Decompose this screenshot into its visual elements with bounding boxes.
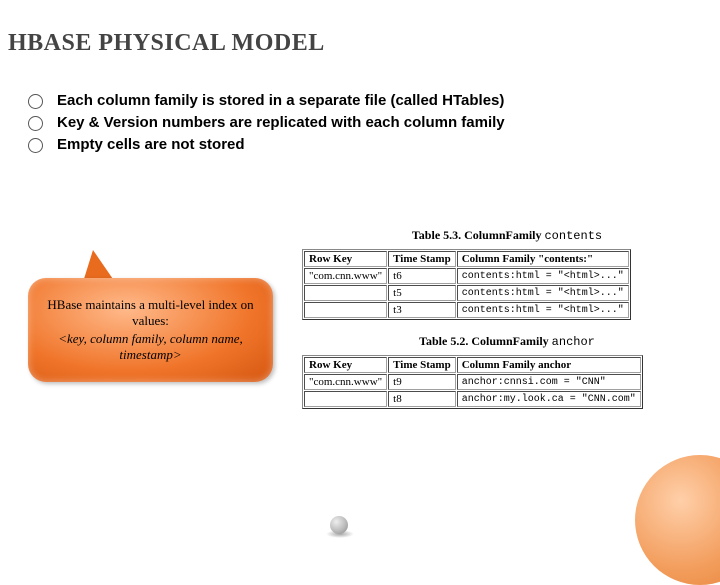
- th-timestamp: Time Stamp: [388, 251, 456, 267]
- table1-caption-prefix: Table 5.3. ColumnFamily: [412, 228, 545, 242]
- table1-caption-mono: contents: [544, 229, 602, 243]
- bullet-text: Key & Version numbers are replicated wit…: [57, 114, 505, 131]
- bullet-item: Each column family is stored in a separa…: [28, 92, 720, 109]
- bullet-list: Each column family is stored in a separa…: [0, 57, 720, 153]
- cell-ts: t5: [388, 285, 456, 301]
- cell-ts: t9: [388, 374, 456, 390]
- cell-value: anchor:cnnsi.com = "CNN": [457, 374, 641, 390]
- cell-value: contents:html = "<html>...": [457, 285, 629, 301]
- cell-value: contents:html = "<html>...": [457, 302, 629, 318]
- cell-rowkey: [304, 285, 387, 301]
- table-row: t8 anchor:my.look.ca = "CNN.com": [304, 391, 641, 407]
- callout-bubble: HBase maintains a multi-level index on v…: [28, 278, 273, 393]
- cell-rowkey: "com.cnn.www": [304, 374, 387, 390]
- table-row: "com.cnn.www" t9 anchor:cnnsi.com = "CNN…: [304, 374, 641, 390]
- cell-ts: t6: [388, 268, 456, 284]
- bullet-marker-icon: [28, 116, 43, 131]
- table2-caption-prefix: Table 5.2. ColumnFamily: [419, 334, 552, 348]
- cell-ts: t3: [388, 302, 456, 318]
- bullet-marker-icon: [28, 138, 43, 153]
- cell-rowkey: [304, 391, 387, 407]
- bubble-line1: HBase maintains a multi-level index on v…: [40, 297, 261, 330]
- th-cf-contents: Column Family "contents:": [457, 251, 629, 267]
- table1-caption: Table 5.3. ColumnFamily contents: [302, 228, 712, 243]
- th-timestamp: Time Stamp: [388, 357, 456, 373]
- th-rowkey: Row Key: [304, 251, 387, 267]
- cell-ts: t8: [388, 391, 456, 407]
- table-row: t5 contents:html = "<html>...": [304, 285, 629, 301]
- table-row: t3 contents:html = "<html>...": [304, 302, 629, 318]
- table2-caption: Table 5.2. ColumnFamily anchor: [302, 334, 712, 349]
- table2-caption-mono: anchor: [552, 335, 595, 349]
- table-header-row: Row Key Time Stamp Column Family "conten…: [304, 251, 629, 267]
- cell-value: contents:html = "<html>...": [457, 268, 629, 284]
- cell-rowkey: [304, 302, 387, 318]
- table-anchor: Row Key Time Stamp Column Family anchor …: [302, 355, 643, 409]
- decorative-circle-icon: [635, 455, 720, 585]
- table-contents: Row Key Time Stamp Column Family "conten…: [302, 249, 631, 320]
- tables-area: Table 5.3. ColumnFamily contents Row Key…: [302, 228, 712, 423]
- bubble-line2: <key, column family, column name, timest…: [40, 331, 261, 364]
- bullet-marker-icon: [28, 94, 43, 109]
- cell-value: anchor:my.look.ca = "CNN.com": [457, 391, 641, 407]
- bullet-item: Key & Version numbers are replicated wit…: [28, 114, 720, 131]
- table-header-row: Row Key Time Stamp Column Family anchor: [304, 357, 641, 373]
- bullet-text: Empty cells are not stored: [57, 136, 245, 153]
- bullet-text: Each column family is stored in a separa…: [57, 92, 504, 109]
- cell-rowkey: "com.cnn.www": [304, 268, 387, 284]
- bullet-item: Empty cells are not stored: [28, 136, 720, 153]
- th-cf-anchor: Column Family anchor: [457, 357, 641, 373]
- table-row: "com.cnn.www" t6 contents:html = "<html>…: [304, 268, 629, 284]
- slide-title: HBASE PHYSICAL MODEL: [0, 0, 720, 57]
- ball-icon: [330, 516, 348, 534]
- bubble-body: HBase maintains a multi-level index on v…: [28, 278, 273, 382]
- th-rowkey: Row Key: [304, 357, 387, 373]
